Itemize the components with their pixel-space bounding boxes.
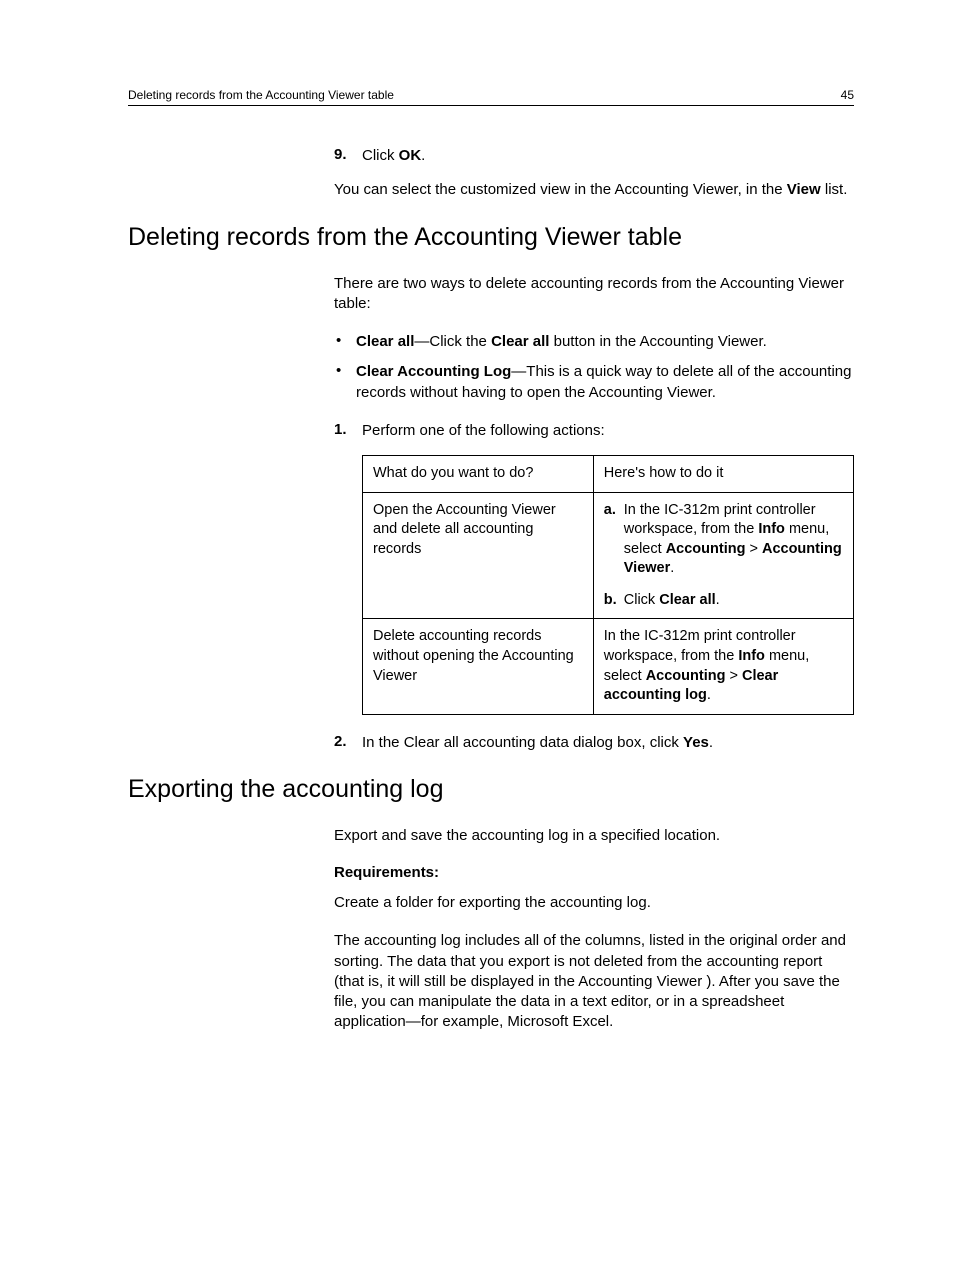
bullet-clear-log: • Clear Accounting Log—This is a quick w… — [334, 362, 854, 403]
section2-body: Export and save the accounting log in a … — [334, 826, 854, 1033]
action-table: What do you want to do? Here's how to do… — [362, 455, 854, 715]
section-heading-exporting: Exporting the accounting log — [128, 775, 854, 804]
requirements-label: Requirements: — [334, 864, 854, 881]
step-text: Click OK. — [362, 146, 425, 166]
page-header: Deleting records from the Accounting Vie… — [128, 88, 854, 106]
bullet-list: • Clear all—Click the Clear all button i… — [334, 332, 854, 403]
step-number: 2. — [334, 733, 362, 753]
intro-block: 9. Click OK. You can select the customiz… — [334, 146, 854, 201]
step-1: 1. Perform one of the following actions: — [334, 421, 854, 441]
cell-open-viewer: Open the Accounting Viewer and delete al… — [363, 492, 594, 619]
bullet-clear-all: • Clear all—Click the Clear all button i… — [334, 332, 854, 352]
step-9: 9. Click OK. — [334, 146, 854, 166]
export-lead: Export and save the accounting log in a … — [334, 826, 854, 846]
section1-body: There are two ways to delete accounting … — [334, 274, 854, 753]
sub-step-b: b. Click Clear all. — [604, 591, 843, 611]
cell-delete-without: Delete accounting records without openin… — [363, 619, 594, 714]
page-number: 45 — [841, 88, 854, 102]
export-description: The accounting log includes all of the c… — [334, 931, 854, 1032]
intro-paragraph: You can select the customized view in th… — [334, 180, 854, 200]
step-text: In the Clear all accounting data dialog … — [362, 733, 713, 753]
bullet-marker: • — [334, 332, 356, 352]
sub-step-a: a. In the IC-312m print controller works… — [604, 501, 843, 579]
requirements-text: Create a folder for exporting the accoun… — [334, 893, 854, 913]
step-number: 9. — [334, 146, 362, 166]
step-number: 1. — [334, 421, 362, 441]
section-heading-deleting: Deleting records from the Accounting Vie… — [128, 223, 854, 252]
step-text: Perform one of the following actions: — [362, 421, 605, 441]
bullet-marker: • — [334, 362, 356, 403]
lead-text: There are two ways to delete accounting … — [334, 274, 854, 315]
table-header-how: Here's how to do it — [593, 456, 853, 493]
cell-delete-without-how: In the IC-312m print controller workspac… — [593, 619, 853, 714]
step-2: 2. In the Clear all accounting data dial… — [334, 733, 854, 753]
table-row: Delete accounting records without openin… — [363, 619, 854, 714]
table-header-what: What do you want to do? — [363, 456, 594, 493]
table-header-row: What do you want to do? Here's how to do… — [363, 456, 854, 493]
header-title: Deleting records from the Accounting Vie… — [128, 88, 394, 102]
table-row: Open the Accounting Viewer and delete al… — [363, 492, 854, 619]
cell-open-viewer-how: a. In the IC-312m print controller works… — [593, 492, 853, 619]
